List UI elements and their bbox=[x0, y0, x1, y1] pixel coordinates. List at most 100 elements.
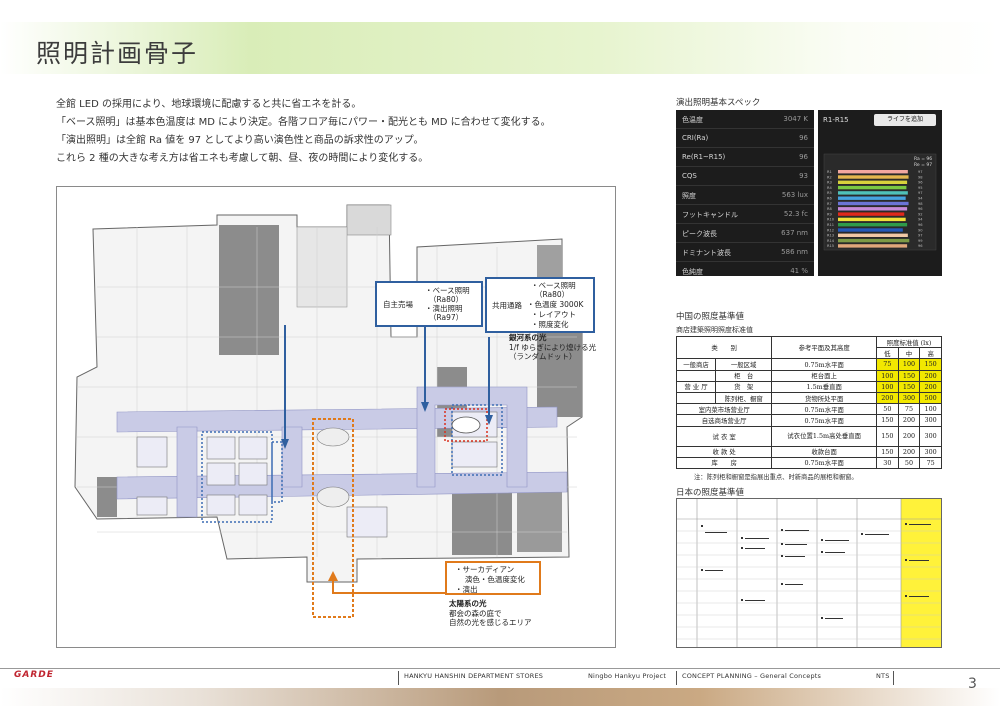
ri-bar-value: 96 bbox=[918, 207, 923, 211]
callout-circadian: ・サーカディアン 演色・色温度変化 ・演出 bbox=[445, 561, 541, 595]
spec-value: 96 bbox=[799, 153, 808, 161]
ri-bar bbox=[838, 191, 908, 195]
core-zone bbox=[452, 487, 512, 555]
cell-name: 陈列柜、橱窗 bbox=[714, 391, 773, 405]
ri-bar-label: R10 bbox=[827, 218, 835, 222]
cell-group bbox=[676, 369, 716, 382]
note-title: 太陽系の光 bbox=[449, 599, 487, 608]
footer-section: CONCEPT PLANNING – General Concepts bbox=[682, 672, 822, 680]
callout-item: ・照度変化 bbox=[531, 320, 569, 329]
ri-bar bbox=[838, 244, 908, 248]
cell-value: 75 bbox=[919, 456, 942, 469]
japan-standard-title: 日本の照度基準値 bbox=[676, 488, 745, 498]
cell-value: 100 bbox=[876, 369, 899, 382]
cell-group: 试 衣 室 bbox=[675, 425, 773, 447]
callout-item: （Ra97） bbox=[429, 313, 464, 322]
header-lux: 照度标准值 (lx) bbox=[876, 335, 942, 349]
cell-value: 150 bbox=[876, 414, 899, 427]
cell-value: 200 bbox=[919, 380, 942, 393]
ri-panel: R1-R15 ライフを追加 Ra = 96 Re = 97 R1 97 R2 98 R3… bbox=[818, 110, 942, 276]
note-line: 都会の森の庭で bbox=[449, 608, 502, 618]
cell-plane: 柜台面上 bbox=[771, 369, 878, 382]
cell-value: 200 bbox=[876, 391, 899, 405]
ri-bar bbox=[838, 228, 903, 232]
spec-row: CRI(Ra) 96 bbox=[676, 129, 814, 148]
ri-bar-label: R1 bbox=[827, 170, 832, 174]
ri-bar-label: R2 bbox=[827, 175, 832, 179]
cell-value: 50 bbox=[876, 403, 899, 416]
table-row: 陈列柜、橱窗 货物所处平面 200 300 500 bbox=[676, 391, 942, 405]
spec-row: 色温度 3047 K bbox=[676, 110, 814, 129]
japan-standard-chart bbox=[676, 498, 942, 648]
note-line: （ランダムドット） bbox=[509, 352, 577, 361]
footer-separator bbox=[893, 671, 894, 685]
note-line: 1/f ゆらぎにより煌ける光 bbox=[509, 342, 597, 352]
ri-bar-chart: Ra = 96 Re = 97 R1 97 R2 98 R3 96 R4 95 R5 97 R6 94… bbox=[823, 153, 937, 251]
callout-item: （Ra80） bbox=[535, 290, 570, 299]
note-line: 自然の光を感じるエリア bbox=[449, 618, 532, 627]
ri-bar-value: 98 bbox=[918, 202, 923, 206]
footer-separator bbox=[398, 671, 399, 685]
ri-bar-label: R14 bbox=[827, 239, 835, 243]
china-standard-subtitle: 商店建築照明照度标准值 bbox=[676, 326, 753, 334]
cell-plane: 1.5m垂直面 bbox=[771, 380, 878, 393]
cell-group: 一般商店 bbox=[676, 358, 716, 371]
ri-bar bbox=[838, 196, 906, 200]
table-row: 类 别 参考平面及其高度 照度标准值 (lx) bbox=[675, 335, 942, 360]
ri-bar bbox=[838, 185, 907, 190]
ri-bar-label: R5 bbox=[827, 191, 832, 195]
cell-value: 200 bbox=[897, 445, 921, 458]
ri-bar-value: 92 bbox=[918, 212, 923, 216]
ri-bar-label: R12 bbox=[827, 228, 834, 232]
footer-divider bbox=[0, 668, 1000, 669]
intro-text: 全館 LED の採用により、地球環境に配慮すると共に省エネを計る。 「ベース照明… bbox=[56, 96, 616, 168]
footer-scale: NTS bbox=[876, 672, 890, 680]
spec-title: 演出照明基本スペック bbox=[676, 98, 761, 108]
table-row: 自选商场营业厅 0.75m水平面 150 200 300 bbox=[675, 414, 942, 427]
china-standard-note: 注：陈列柜和橱窗是指展出重点、时新商品的展柜和橱窗。 bbox=[694, 474, 858, 481]
cell-plane: 0.75m水平面 bbox=[771, 414, 878, 427]
cell-group: 室内菜市场营业厅 bbox=[675, 403, 773, 416]
cell-value: 200 bbox=[919, 369, 942, 382]
japan-chart-grid bbox=[677, 499, 941, 647]
ri-bar bbox=[838, 170, 908, 174]
table-row: 试 衣 室 试衣位置1.5m高处垂直面 150 200 300 bbox=[675, 425, 942, 447]
spec-value: 563 lux bbox=[781, 191, 808, 199]
spec-value: 96 bbox=[799, 134, 808, 142]
table-row: 营 业 厅 货 架 1.5m垂直面 100 150 200 bbox=[676, 380, 942, 393]
ri-bar-value: 96 bbox=[918, 181, 923, 185]
spec-value: 41 % bbox=[790, 267, 808, 275]
intro-line: 全館 LED の採用により、地球環境に配慮すると共に省エネを計る。 bbox=[56, 99, 362, 110]
cell-plane: 0.75m水平面 bbox=[771, 358, 878, 371]
china-standard-title: 中国の照度基準値 bbox=[676, 312, 745, 322]
spec-panel: 色温度 3047 K CRI(Ra) 96 Re(R1~R15) 96 CQS 93 照… bbox=[676, 110, 814, 276]
cell-name: 一般区域 bbox=[714, 358, 773, 371]
cell-value: 100 bbox=[897, 358, 921, 371]
spec-label: 照度 bbox=[682, 192, 696, 200]
spec-label: フットキャンドル bbox=[682, 211, 738, 219]
cell-plane: 0.75m水平面 bbox=[771, 456, 878, 469]
header-category: 类 别 bbox=[675, 335, 773, 360]
core-zone bbox=[219, 225, 279, 355]
ri-bar bbox=[838, 223, 908, 227]
cell-group: 库 房 bbox=[675, 456, 773, 469]
cell-value: 100 bbox=[876, 380, 899, 393]
cell-value: 200 bbox=[897, 414, 921, 427]
ri-bar bbox=[838, 207, 908, 211]
ri-bar-label: R8 bbox=[827, 207, 832, 211]
header-low: 低 bbox=[876, 347, 899, 360]
table-row: 库 房 0.75m水平面 30 50 75 bbox=[675, 456, 942, 469]
spec-row: ピーク波長 637 nm bbox=[676, 224, 814, 243]
cell-value: 150 bbox=[897, 380, 921, 393]
ri-bar-value: 97 bbox=[918, 191, 923, 195]
ri-bar-value: 90 bbox=[918, 228, 923, 232]
callout-item: ・サーカディアン bbox=[455, 565, 515, 574]
header-mid: 中 bbox=[897, 347, 921, 360]
callout-common-corridor: 共用通路 ・ベース照明 （Ra80） ・色温度 3000K ・レイアウト ・照度… bbox=[485, 277, 595, 333]
ri-bar-value: 96 bbox=[918, 244, 923, 248]
callout-item: ・演出 bbox=[455, 585, 478, 594]
footer-company: HANKYU HANSHIN DEPARTMENT STORES bbox=[404, 672, 544, 680]
callout-item: ・色温度 3000K bbox=[527, 300, 584, 309]
cell-value: 150 bbox=[876, 445, 899, 458]
bottom-band bbox=[0, 688, 1000, 706]
